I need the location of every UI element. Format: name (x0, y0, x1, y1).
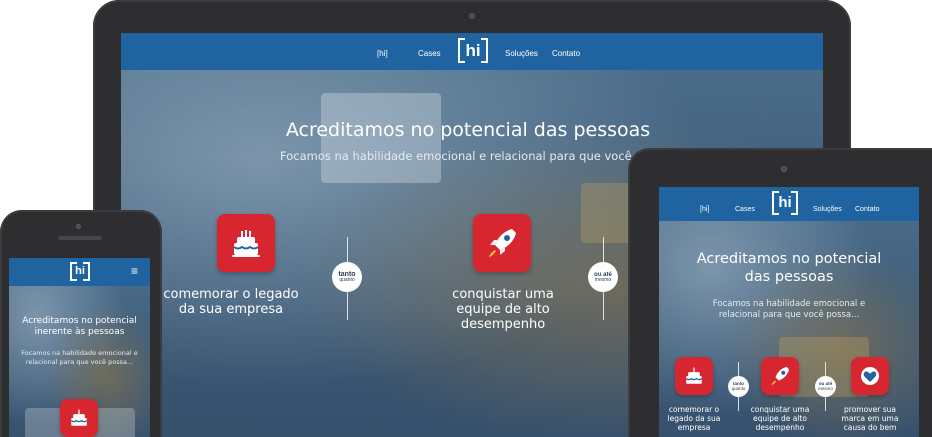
rocket-icon (761, 357, 799, 395)
laptop-camera (469, 13, 475, 19)
phone-speaker (58, 236, 102, 240)
tablet-camera (781, 166, 787, 172)
hero-headline: Acreditamos no potencial inerente às pes… (22, 316, 137, 337)
tablet-mockup: [hi] Cases hi Soluções Contato Acreditam… (628, 148, 932, 437)
connector-line (603, 292, 604, 320)
cake-icon (217, 214, 275, 272)
nav-link-hi[interactable]: [hi] (377, 49, 388, 58)
connector-tanto-quanto: tanto quanto (332, 262, 362, 292)
logo[interactable]: hi (458, 38, 488, 63)
hero-subline: Focamos na habilidade emocional e relaci… (712, 299, 866, 320)
phone-camera (76, 224, 81, 229)
connector-line (347, 292, 348, 320)
feature-text-legado: comemorar o legado da sua empresa (667, 405, 721, 432)
feature-text-equipe: conquistar uma equipe de alto desempenho (452, 287, 554, 332)
hero-headline: Acreditamos no potencial das pessoas (285, 119, 651, 141)
nav-link-contato[interactable]: Contato (855, 206, 880, 213)
connector-line (347, 237, 348, 263)
connector-line (825, 397, 826, 411)
phone-navbar: hi ≡ (9, 258, 150, 286)
connector-ou-ate-mesmo: ou até mesmo (588, 262, 618, 292)
nav-link-hi[interactable]: [hi] (700, 206, 709, 213)
logo[interactable]: hi (70, 262, 90, 281)
rocket-icon (473, 214, 531, 272)
nav-link-solucoes[interactable]: Soluções (505, 49, 538, 58)
hero-headline: Acreditamos no potencial das pessoas (696, 251, 882, 285)
connector-tanto-quanto: tanto quanto (728, 376, 749, 397)
feature-text-causa: promover sua marca em uma causa do bem (841, 405, 899, 432)
menu-icon[interactable]: ≡ (131, 264, 138, 278)
logo[interactable]: hi (772, 191, 798, 215)
feature-text-legado: comemorar o legado da sua empresa (163, 287, 299, 317)
nav-link-cases[interactable]: Cases (735, 206, 755, 213)
connector-line (825, 362, 826, 376)
heart-icon (851, 357, 889, 395)
connector-line (603, 237, 604, 263)
tablet-navbar: [hi] Cases hi Soluções Contato (659, 187, 919, 221)
connector-line (738, 397, 739, 411)
tablet-screen: [hi] Cases hi Soluções Contato Acreditam… (659, 187, 919, 437)
cake-icon (675, 357, 713, 395)
connector-line (738, 362, 739, 376)
phone-screen: hi ≡ Acreditamos no potencial inerente à… (9, 258, 150, 437)
nav-link-solucoes[interactable]: Soluções (813, 206, 842, 213)
nav-link-contato[interactable]: Contato (552, 49, 580, 58)
cake-icon (60, 399, 98, 437)
phone-mockup: hi ≡ Acreditamos no potencial inerente à… (0, 210, 162, 437)
hero-subline: Focamos na habilidade emocional e relaci… (21, 349, 138, 366)
nav-link-cases[interactable]: Cases (418, 49, 441, 58)
laptop-navbar: [hi] Cases hi Soluções Contato (121, 33, 823, 70)
feature-text-equipe: conquistar uma equipe de alto desempenho (750, 405, 810, 432)
connector-ou-ate-mesmo: ou até mesmo (815, 376, 836, 397)
